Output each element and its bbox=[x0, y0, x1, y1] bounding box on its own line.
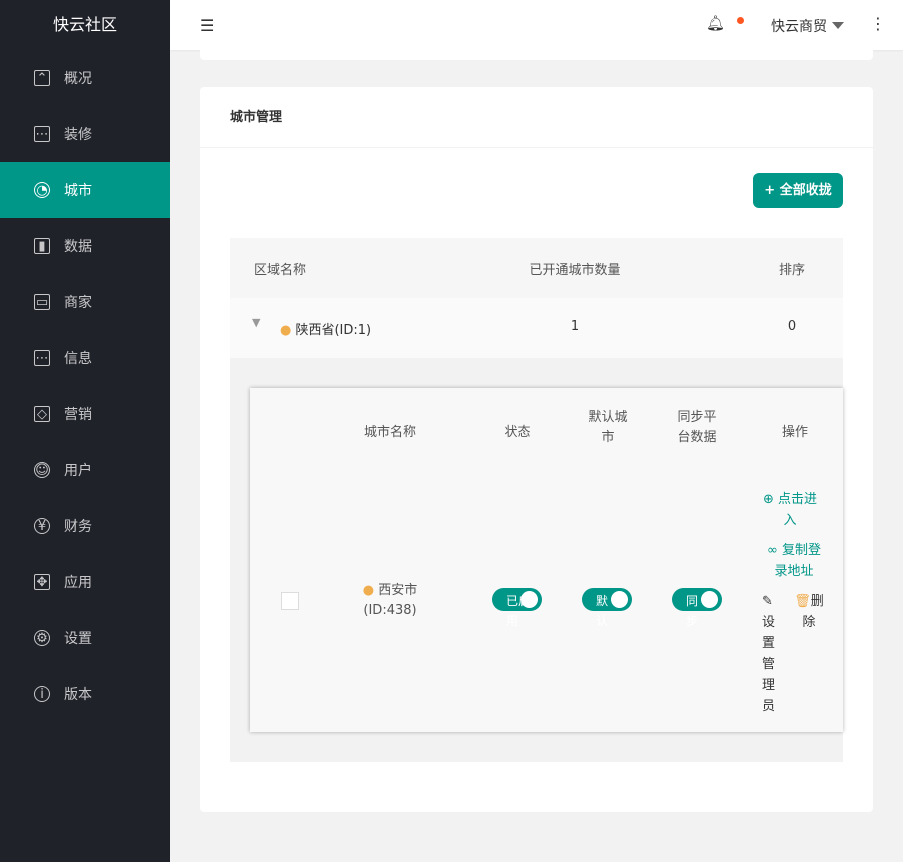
link-icon: ∞ bbox=[767, 543, 782, 558]
city-management-card: 城市管理 + 全部收拢 区域名称 已开通城市数量 排序 ▼ ● 陕西省(ID:1… bbox=[200, 87, 873, 812]
sidebar-item-label: 概况 bbox=[64, 71, 92, 87]
sidebar-item[interactable]: ⚙ 设置 bbox=[0, 610, 170, 666]
sidebar-item[interactable]: ⋯ 装修 bbox=[0, 106, 170, 162]
sidebar-item-label: 城市 bbox=[64, 183, 92, 199]
admin-label: 设置管理员 bbox=[762, 615, 776, 714]
logo: 快云社区 bbox=[52, 15, 117, 34]
province-label: 陕西省(ID:1) bbox=[295, 323, 372, 338]
plus-circle-icon: ⊕ bbox=[762, 492, 778, 507]
default-city-toggle[interactable]: 默认 bbox=[582, 588, 632, 628]
bullet-icon: ● bbox=[362, 583, 379, 598]
col-default: 默认城市 bbox=[588, 410, 628, 445]
toggle-knob bbox=[521, 591, 538, 608]
enter-link[interactable]: ⊕ 点击进入 bbox=[762, 489, 818, 531]
sidebar-item-label: 版本 bbox=[64, 687, 92, 703]
toggle-knob bbox=[611, 591, 628, 608]
sidebar-item-label: 用户 bbox=[64, 463, 92, 479]
col-count: 已开通城市数量 bbox=[529, 263, 621, 278]
yen-icon: ¥ bbox=[34, 518, 50, 534]
table-header: 区域名称 已开通城市数量 排序 bbox=[230, 238, 843, 298]
pencil-icon: ✎ bbox=[762, 594, 773, 609]
bar-chart-icon: ▮ bbox=[34, 238, 50, 254]
more-vertical-icon[interactable]: ⋮ bbox=[870, 14, 886, 33]
sidebar: 快云社区 ⌃ 概况 ⋯ 装修 ◔ 城市 ▮ 数据 ▭ 商家 ⋯ 信息 ◇ 营销 ☺ 用户 ¥ 财务 ✥ 应用 ⚙ 设置 i 版… bbox=[0, 0, 170, 862]
sidebar-item[interactable]: ⌃ 概况 bbox=[0, 50, 170, 106]
gear-icon: ⚙ bbox=[34, 630, 50, 646]
province-sort: 0 bbox=[787, 319, 797, 334]
sidebar-item[interactable]: ▭ 商家 bbox=[0, 274, 170, 330]
bell-icon[interactable]: 🔔︎ bbox=[706, 14, 725, 32]
user-icon: ☺ bbox=[34, 462, 50, 478]
col-city-name: 城市名称 bbox=[363, 425, 416, 440]
status-toggle[interactable]: 已启用 bbox=[492, 588, 542, 628]
collapse-triangle-icon[interactable]: ▼ bbox=[252, 316, 260, 329]
sidebar-item-label: 应用 bbox=[64, 575, 92, 591]
trash-icon: 🗑︎ bbox=[794, 594, 811, 609]
user-name: 快云商贸 bbox=[771, 19, 827, 35]
province-name: ● 陕西省(ID:1) bbox=[280, 319, 371, 338]
city-label: 西安市 bbox=[378, 583, 418, 598]
city-table: 城市名称 状态 默认城市 同步平台数据 操作 ● 西安市 (ID:438) 已启用… bbox=[250, 388, 843, 732]
sidebar-item-label: 数据 bbox=[64, 239, 92, 255]
sidebar-item-label: 营销 bbox=[64, 407, 92, 423]
dashboard-icon: ⌃ bbox=[34, 70, 50, 86]
message-icon: ⋯ bbox=[34, 126, 50, 142]
copy-login-link[interactable]: ∞ 复制登录地址 bbox=[762, 540, 826, 582]
sidebar-item[interactable]: ¥ 财务 bbox=[0, 498, 170, 554]
sub-table-container: 城市名称 状态 默认城市 同步平台数据 操作 ● 西安市 (ID:438) 已启用… bbox=[230, 358, 843, 762]
info-icon: i bbox=[34, 686, 50, 702]
sync-toggle[interactable]: 同步 bbox=[672, 588, 722, 628]
sidebar-item[interactable]: ◔ 城市 bbox=[0, 162, 170, 218]
sidebar-item-label: 财务 bbox=[64, 519, 92, 535]
user-menu[interactable]: 快云商贸 bbox=[771, 16, 844, 36]
city-id: (ID:438) bbox=[363, 603, 417, 618]
bullet-icon: ● bbox=[280, 323, 296, 338]
delete-link[interactable]: 🗑︎删除 bbox=[793, 591, 825, 633]
col-actions: 操作 bbox=[781, 425, 808, 440]
message-icon: ⋯ bbox=[34, 350, 50, 366]
city-name: ● 西安市 (ID:438) bbox=[345, 581, 435, 621]
tag-icon: ◇ bbox=[34, 406, 50, 422]
store-icon: ▭ bbox=[34, 294, 50, 310]
notification-dot bbox=[737, 17, 744, 24]
menu-toggle-icon[interactable]: ☰ bbox=[200, 16, 214, 35]
sidebar-item-label: 信息 bbox=[64, 351, 92, 367]
col-status: 状态 bbox=[504, 425, 531, 440]
sidebar-item[interactable]: ▮ 数据 bbox=[0, 218, 170, 274]
set-admin-link[interactable]: ✎ 设置管理员 bbox=[762, 591, 778, 717]
previous-card bbox=[200, 40, 873, 60]
toggle-knob bbox=[701, 591, 718, 608]
sidebar-item[interactable]: ⋯ 信息 bbox=[0, 330, 170, 386]
caret-down-icon bbox=[832, 22, 844, 35]
sidebar-item[interactable]: ☺ 用户 bbox=[0, 442, 170, 498]
col-sort: 排序 bbox=[778, 263, 805, 278]
chart-pie-icon: ◔ bbox=[34, 182, 50, 198]
copy-label: 复制登录地址 bbox=[774, 543, 821, 579]
col-sync: 同步平台数据 bbox=[677, 410, 717, 445]
sidebar-item-label: 商家 bbox=[64, 295, 92, 311]
enter-label: 点击进入 bbox=[778, 492, 818, 528]
province-count: 1 bbox=[570, 319, 580, 334]
card-title: 城市管理 bbox=[200, 87, 873, 148]
row-checkbox[interactable] bbox=[281, 592, 299, 610]
sidebar-item-label: 设置 bbox=[64, 631, 92, 647]
table-row: ▼ ● 陕西省(ID:1) 1 0 bbox=[230, 298, 843, 358]
collapse-all-button[interactable]: + 全部收拢 bbox=[753, 173, 843, 208]
col-region: 区域名称 bbox=[254, 263, 307, 278]
sidebar-item[interactable]: i 版本 bbox=[0, 666, 170, 722]
apps-icon: ✥ bbox=[34, 574, 50, 590]
sidebar-item[interactable]: ✥ 应用 bbox=[0, 554, 170, 610]
sidebar-item-label: 装修 bbox=[64, 127, 92, 143]
sidebar-item[interactable]: ◇ 营销 bbox=[0, 386, 170, 442]
